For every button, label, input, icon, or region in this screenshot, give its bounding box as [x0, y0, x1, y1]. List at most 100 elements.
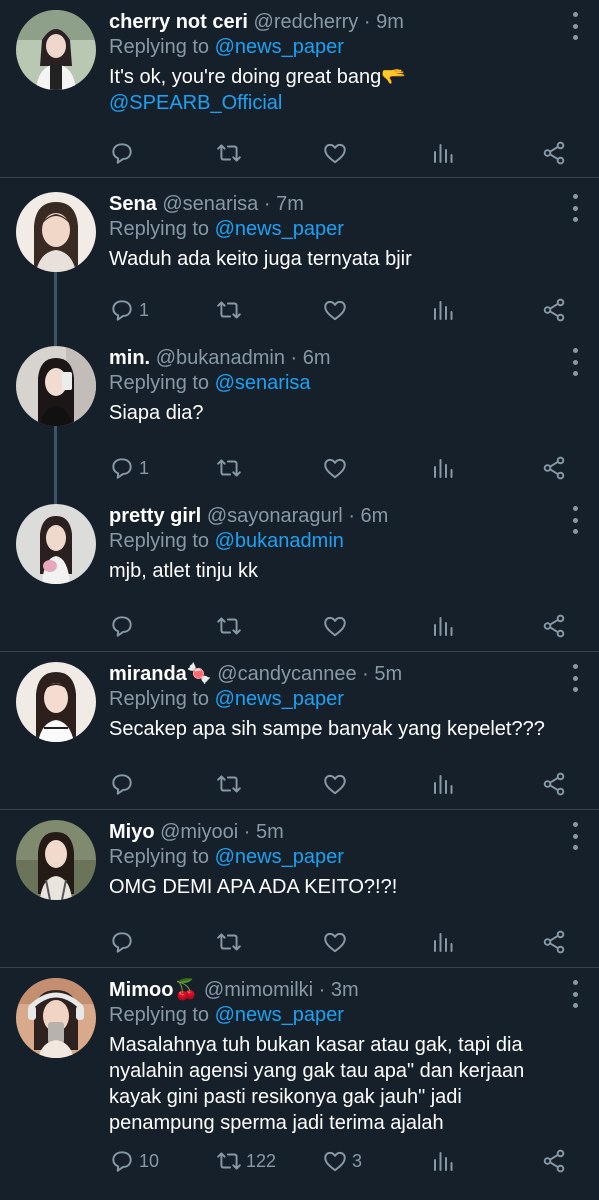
avatar[interactable]: [16, 662, 96, 742]
reply-button[interactable]: 10: [109, 1148, 159, 1174]
timestamp[interactable]: 7m: [276, 193, 304, 215]
timestamp[interactable]: 5m: [374, 663, 402, 685]
stats-icon: [434, 775, 453, 794]
avatar[interactable]: [16, 192, 96, 272]
tweet[interactable]: Miyo @miyooi · 5m Replying to @news_pape…: [0, 810, 599, 968]
stats-button[interactable]: [431, 614, 455, 638]
replying-to-mention[interactable]: @news_paper: [215, 218, 344, 240]
replying-to-mention[interactable]: @news_paper: [215, 846, 344, 868]
replying-to-mention[interactable]: @news_paper: [215, 36, 344, 58]
like-button[interactable]: [322, 771, 352, 797]
tweet[interactable]: Mimoo🍒 @mimomilki · 3m Replying to @news…: [0, 968, 599, 1200]
share-button[interactable]: [541, 929, 567, 955]
avatar[interactable]: [16, 346, 96, 426]
reply-button[interactable]: [109, 771, 139, 797]
avatar[interactable]: [16, 504, 96, 584]
separator-dot: ·: [243, 821, 251, 843]
avatar[interactable]: [16, 10, 96, 90]
user-handle[interactable]: @sayonaragurl: [207, 505, 343, 527]
tweet[interactable]: min. @bukanadmin · 6m Replying to @senar…: [0, 336, 599, 494]
display-name[interactable]: Miyo: [109, 821, 155, 843]
user-handle[interactable]: @candycannee: [217, 663, 356, 685]
more-options-icon[interactable]: [571, 506, 579, 534]
replying-to-mention[interactable]: @news_paper: [215, 1004, 344, 1026]
reply-button[interactable]: 1: [109, 455, 149, 481]
user-handle[interactable]: @senarisa: [162, 193, 258, 215]
display-name[interactable]: min.: [109, 347, 150, 369]
reply-button[interactable]: [109, 140, 139, 166]
more-options-icon[interactable]: [571, 822, 579, 850]
like-button[interactable]: [322, 613, 352, 639]
retweet-button[interactable]: [216, 929, 246, 955]
separator-dot: ·: [348, 505, 355, 527]
tweet[interactable]: Sena @senarisa · 7m Replying to @news_pa…: [0, 178, 599, 336]
user-handle[interactable]: @miyooi: [160, 821, 238, 843]
like-icon: [324, 932, 346, 953]
timestamp[interactable]: 3m: [331, 979, 359, 1001]
like-button[interactable]: [322, 455, 352, 481]
display-name[interactable]: miranda: [109, 663, 187, 685]
display-name[interactable]: Mimoo: [109, 979, 173, 1001]
retweet-button[interactable]: [216, 613, 246, 639]
retweet-icon: [217, 1152, 241, 1170]
like-button[interactable]: 3: [322, 1148, 362, 1174]
tweet-text: OMG DEMI APA ADA KEITO?!?!: [109, 876, 398, 898]
like-button[interactable]: [322, 140, 352, 166]
stats-button[interactable]: [431, 930, 455, 954]
retweet-button[interactable]: [216, 140, 246, 166]
more-options-icon[interactable]: [571, 664, 579, 692]
share-button[interactable]: [541, 297, 567, 323]
timestamp[interactable]: 9m: [376, 11, 404, 33]
user-handle[interactable]: @bukanadmin: [156, 347, 285, 369]
more-options-icon[interactable]: [571, 12, 579, 40]
share-button[interactable]: [541, 455, 567, 481]
timestamp[interactable]: 6m: [361, 505, 389, 527]
tweet-text: mjb, atlet tinju kk: [109, 560, 258, 582]
stats-icon: [434, 617, 453, 636]
stats-button[interactable]: [431, 298, 455, 322]
user-handle[interactable]: @redcherry: [254, 11, 359, 33]
reply-button[interactable]: 1: [109, 297, 149, 323]
share-button[interactable]: [541, 771, 567, 797]
display-name[interactable]: Sena: [109, 193, 157, 215]
retweet-button[interactable]: [216, 297, 246, 323]
tweet[interactable]: pretty girl @sayonaragurl · 6m Replying …: [0, 494, 599, 652]
replying-to-mention[interactable]: @bukanadmin: [215, 530, 344, 552]
more-options-icon[interactable]: [571, 194, 579, 222]
timestamp[interactable]: 6m: [303, 347, 331, 369]
tweet-text: Masalahnya tuh bukan kasar atau gak, tap…: [109, 1034, 525, 1134]
separator-dot: ·: [263, 193, 271, 215]
more-options-icon[interactable]: [571, 980, 579, 1008]
replying-to-mention[interactable]: @senarisa: [215, 372, 311, 394]
retweet-button[interactable]: [216, 771, 246, 797]
share-button[interactable]: [541, 140, 567, 166]
display-name[interactable]: cherry not ceri: [109, 11, 248, 33]
timestamp[interactable]: 5m: [256, 821, 284, 843]
reply-button[interactable]: [109, 929, 139, 955]
reply-button[interactable]: [109, 613, 139, 639]
display-name[interactable]: pretty girl: [109, 505, 201, 527]
more-options-icon[interactable]: [571, 348, 579, 376]
mention-link[interactable]: @SPEARB_Official: [109, 90, 559, 116]
user-handle[interactable]: @mimomilki: [204, 979, 313, 1001]
share-button[interactable]: [541, 1148, 567, 1174]
stats-button[interactable]: [431, 772, 455, 796]
stats-button[interactable]: [431, 141, 455, 165]
action-bar: 1: [109, 295, 579, 325]
share-button[interactable]: [541, 613, 567, 639]
replying-to-mention[interactable]: @news_paper: [215, 688, 344, 710]
reply-icon: [112, 1151, 132, 1172]
retweet-button[interactable]: 122: [216, 1148, 276, 1174]
avatar[interactable]: [16, 820, 96, 900]
stats-button[interactable]: [431, 456, 455, 480]
reply-icon: [112, 932, 132, 953]
stats-button[interactable]: [431, 1149, 455, 1173]
retweet-icon: [217, 459, 241, 477]
like-button[interactable]: [322, 297, 352, 323]
like-button[interactable]: [322, 929, 352, 955]
avatar[interactable]: [16, 978, 96, 1058]
action-bar: 1: [109, 453, 579, 483]
tweet[interactable]: miranda🍬 @candycannee · 5m Replying to @…: [0, 652, 599, 810]
retweet-button[interactable]: [216, 455, 246, 481]
tweet[interactable]: cherry not ceri @redcherry · 9m Replying…: [0, 0, 599, 178]
